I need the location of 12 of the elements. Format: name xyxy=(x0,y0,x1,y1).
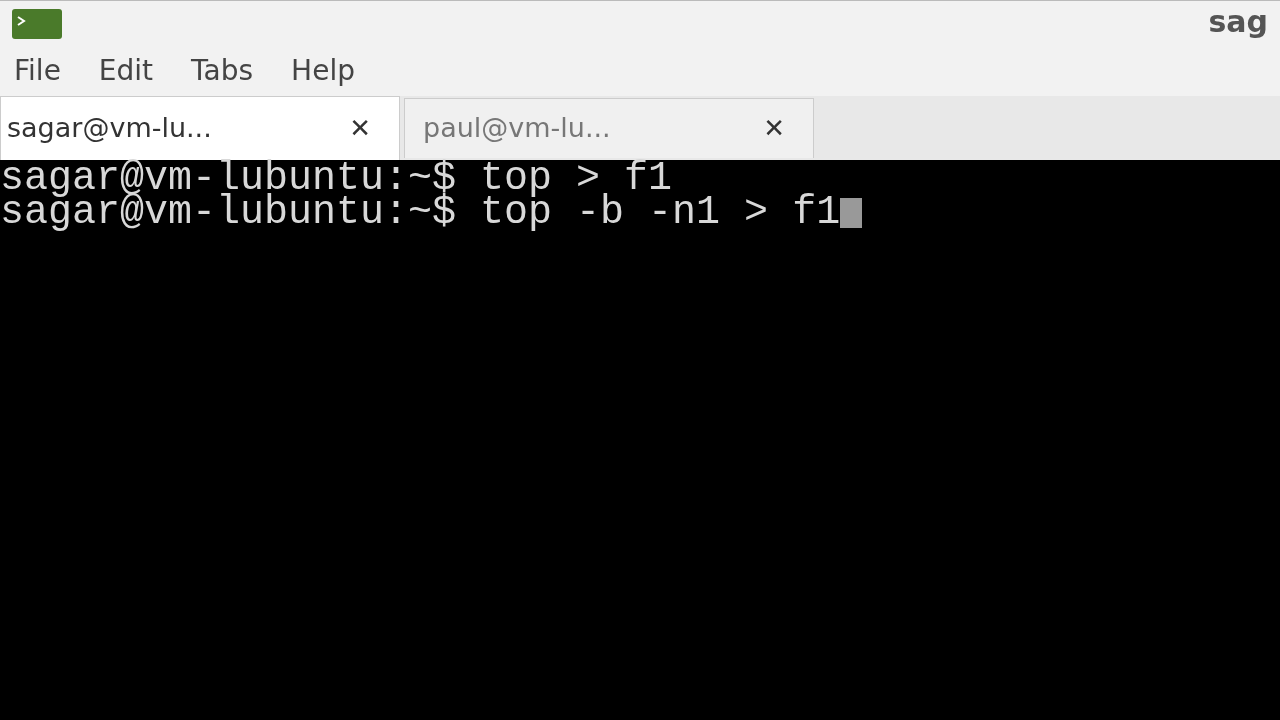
tab[interactable]: sagar@vm-lu... ✕ xyxy=(0,96,400,160)
menu-item[interactable]: Help xyxy=(291,50,355,92)
close-button[interactable]: ✕ xyxy=(763,109,785,148)
window-title: sag xyxy=(1208,3,1268,41)
terminal-icon xyxy=(12,8,62,39)
menu-item[interactable]: Edit xyxy=(98,50,154,92)
tab-label: sagar@vm-lu... xyxy=(7,111,212,146)
menu-item[interactable]: Tabs xyxy=(191,50,254,92)
tab-label: paul@vm-lu... xyxy=(423,111,611,146)
close-button[interactable]: ✕ xyxy=(349,109,371,148)
menu-item[interactable]: File xyxy=(14,50,61,92)
tab[interactable]: paul@vm-lu... ✕ xyxy=(404,98,814,158)
